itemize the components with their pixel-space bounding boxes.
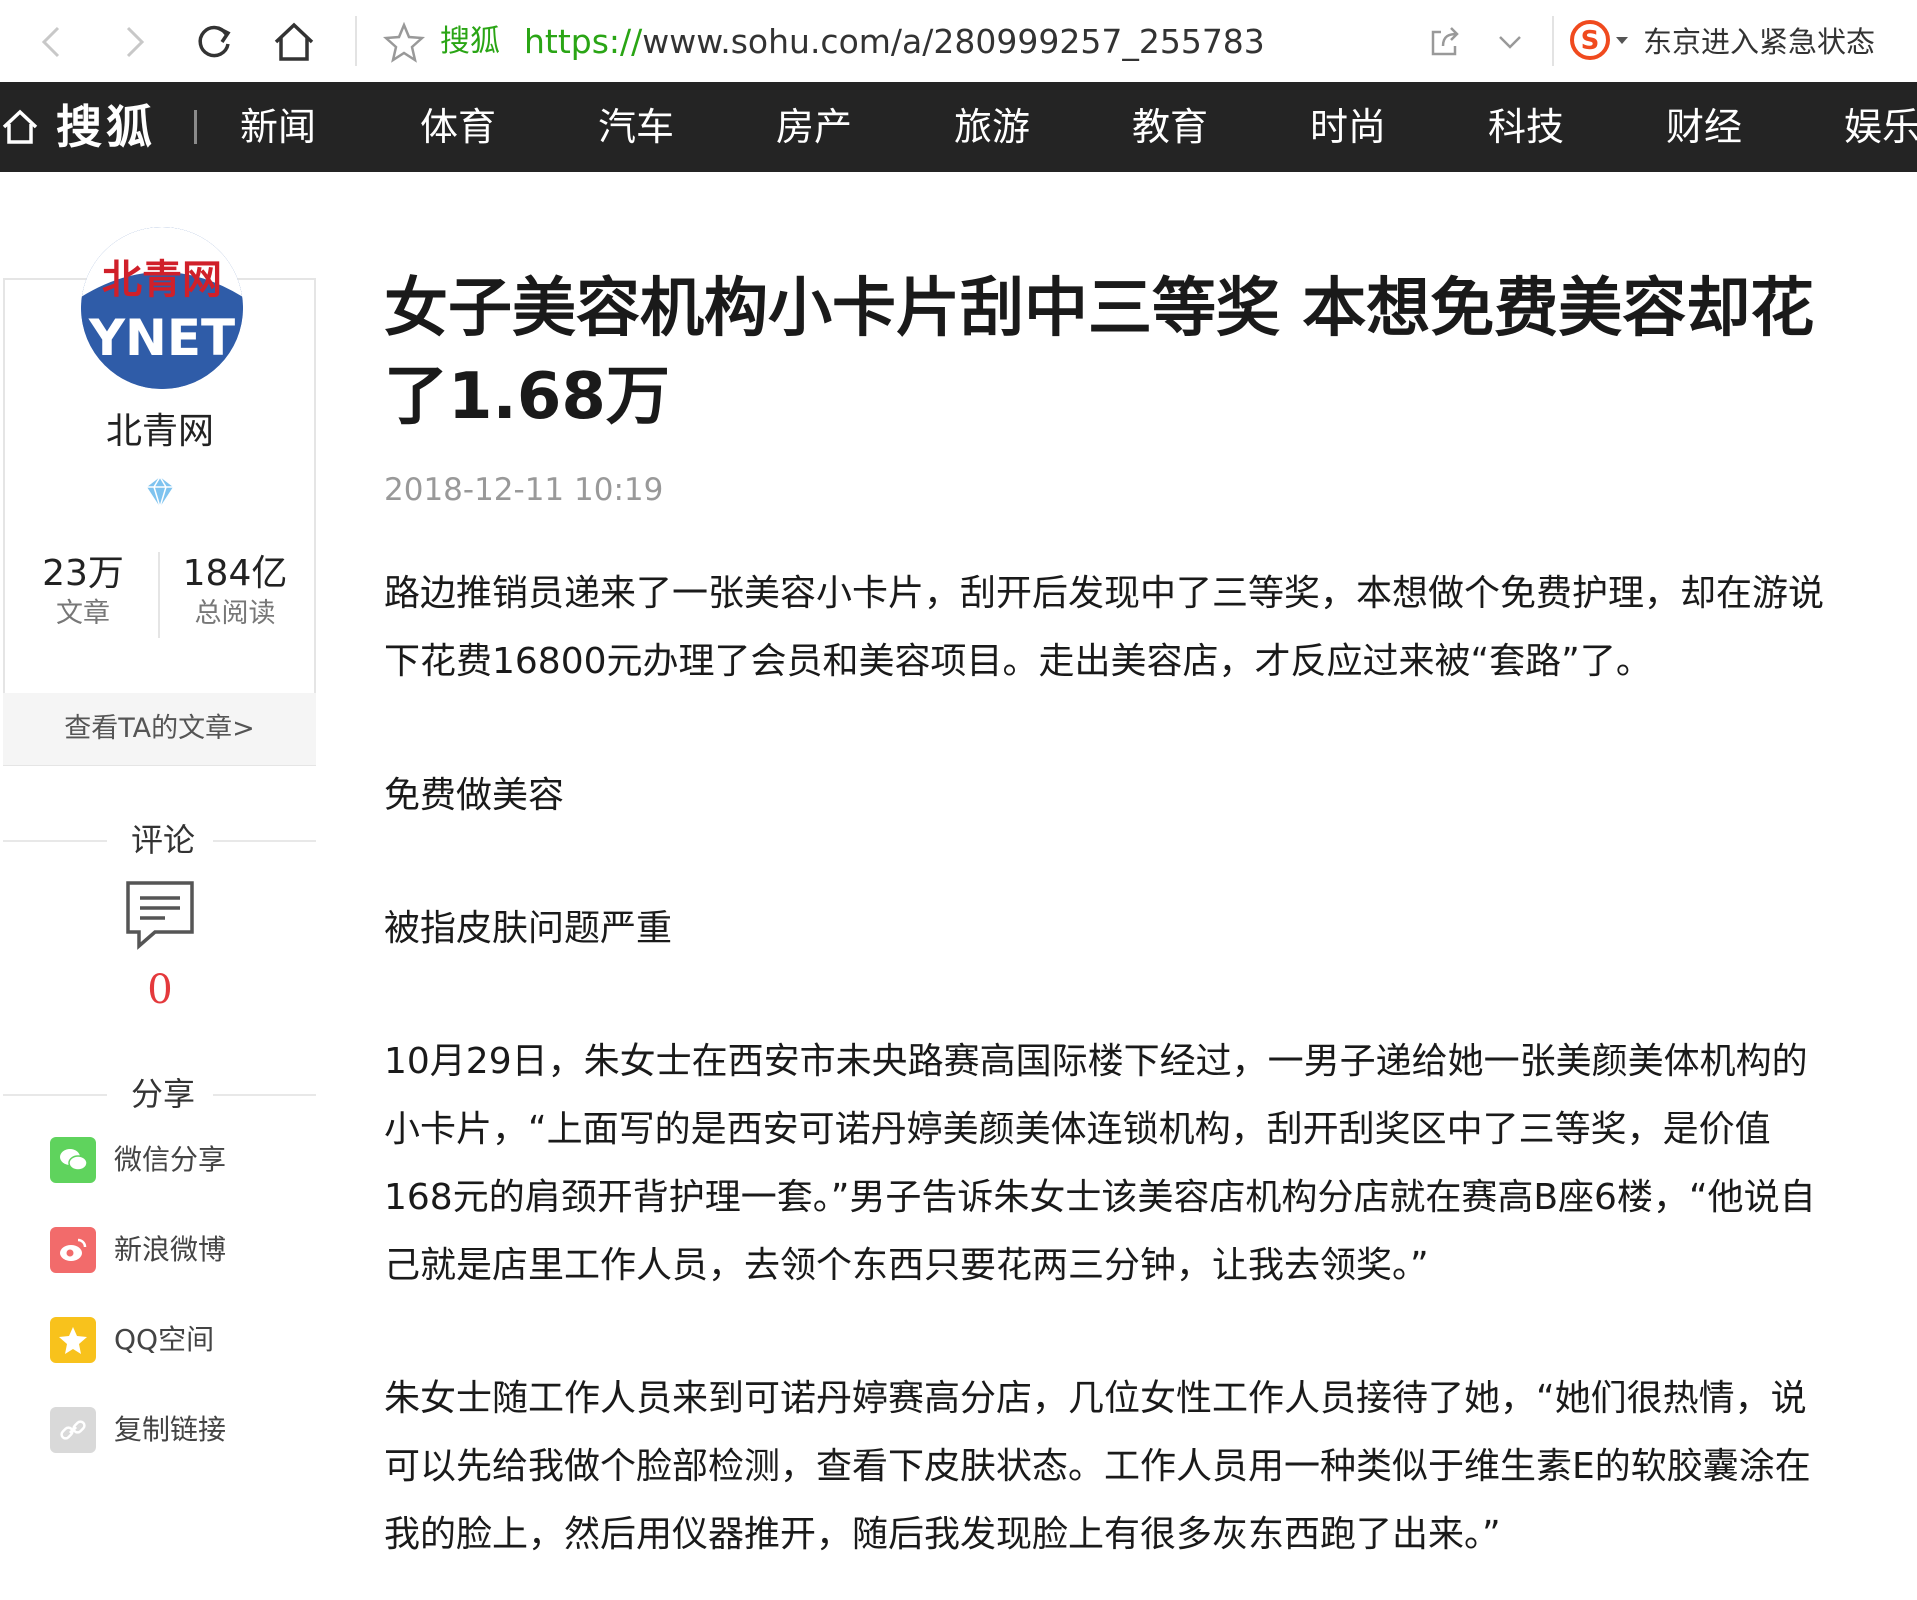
chevron-left-icon	[41, 26, 60, 58]
weibo-icon	[50, 1227, 96, 1273]
share-heading-text: 分享	[130, 1075, 195, 1113]
browser-toolbar: 搜狐 https://www.sohu.com/a/280999257_2557…	[0, 0, 1917, 82]
wechat-icon	[50, 1137, 96, 1183]
hot-news-hint[interactable]: 东京进入紧急状态	[1643, 20, 1875, 64]
articles-count: 23万	[42, 553, 124, 594]
share-weibo-label: 新浪微博	[114, 1233, 227, 1266]
nav-item-finance[interactable]: 财经	[1666, 104, 1742, 150]
share-wechat-label: 微信分享	[114, 1143, 227, 1176]
ynet-logo: 北青网 YNET	[81, 227, 243, 389]
copy-link-label: 复制链接	[114, 1413, 227, 1446]
verified-badge-icon	[147, 475, 173, 510]
nav-item-realestate[interactable]: 房产	[776, 104, 852, 150]
forward-button[interactable]	[106, 14, 162, 70]
comment-count[interactable]: 0	[0, 965, 320, 1015]
article-publish-time: 2018-12-11 10:19	[384, 472, 664, 508]
reads-stat: 184亿 总阅读	[160, 552, 310, 632]
logo-bottom-text: YNET	[88, 309, 235, 367]
reads-label: 总阅读	[194, 598, 276, 629]
toolbar-divider	[355, 16, 357, 66]
site-name-label: 搜狐	[440, 24, 500, 59]
reads-count: 184亿	[182, 553, 288, 594]
article-title: 女子美容机构小卡片刮中三等奖 本想免费美容却花了1.68万	[384, 272, 1815, 434]
address-bar[interactable]: https://www.sohu.com/a/280999257_255783	[524, 20, 1265, 64]
share-qzone-label: QQ空间	[114, 1323, 215, 1356]
article-subheading: 被指皮肤问题严重	[384, 908, 673, 949]
svg-text:S: S	[1581, 26, 1600, 56]
share-page-icon[interactable]	[1425, 22, 1465, 62]
site-navigation: 搜狐 新闻 体育 汽车 房产 旅游 教育 时尚 科技 财经 娱乐	[0, 82, 1917, 172]
nav-item-entertainment[interactable]: 娱乐	[1844, 104, 1917, 150]
sohu-brand[interactable]: 搜狐	[56, 100, 156, 154]
caret-down-icon[interactable]	[1614, 28, 1630, 52]
brand-divider	[194, 110, 197, 144]
nav-item-auto[interactable]: 汽车	[598, 104, 674, 150]
author-avatar[interactable]: 北青网 YNET	[81, 227, 243, 389]
view-author-articles-link[interactable]: 查看TA的文章>	[3, 693, 316, 765]
nav-item-tech[interactable]: 科技	[1488, 104, 1564, 150]
nav-item-sports[interactable]: 体育	[420, 104, 496, 150]
comments-heading: 评论	[3, 818, 316, 862]
url-text: www.sohu.com/a/280999257_255783	[642, 22, 1265, 61]
reload-icon	[198, 25, 231, 58]
back-button[interactable]	[24, 14, 80, 70]
link-icon	[50, 1407, 96, 1453]
comments-heading-text: 评论	[130, 821, 195, 859]
nav-item-news[interactable]: 新闻	[240, 104, 316, 150]
qzone-star-icon	[50, 1317, 96, 1363]
articles-stat: 23万 文章	[8, 552, 158, 632]
author-name[interactable]: 北青网	[0, 410, 320, 454]
nav-item-travel[interactable]: 旅游	[954, 104, 1030, 150]
toolbar-divider	[1552, 16, 1554, 66]
sogou-logo-icon[interactable]: S	[1568, 18, 1612, 62]
bookmark-star-icon[interactable]	[382, 20, 426, 64]
share-heading: 分享	[3, 1072, 316, 1116]
logo-top-text: 北青网	[102, 256, 222, 303]
comment-icon[interactable]	[125, 880, 195, 950]
chevron-right-icon	[126, 26, 145, 58]
home-icon	[274, 22, 314, 61]
home-button[interactable]	[266, 14, 322, 70]
article-subheading: 免费做美容	[384, 775, 565, 816]
article-paragraph: 朱女士随工作人员来到可诺丹婷赛高分店，几位女性工作人员接待了她，“她们很热情，说…	[384, 1378, 1811, 1555]
home-outline-icon[interactable]	[0, 104, 46, 150]
reload-button[interactable]	[186, 14, 242, 70]
article-paragraph: 路边推销员递来了一张美容小卡片，刮开后发现中了三等奖，本想做个免费护理，却在游说…	[384, 573, 1825, 682]
nav-item-fashion[interactable]: 时尚	[1310, 104, 1386, 150]
nav-item-education[interactable]: 教育	[1132, 104, 1208, 150]
articles-label: 文章	[56, 598, 110, 629]
chevron-down-icon[interactable]	[1490, 22, 1530, 62]
article-paragraph: 10月29日，朱女士在西安市未央路赛高国际楼下经过，一男子递给她一张美颜美体机构…	[384, 1041, 1816, 1286]
url-protocol: https://	[524, 22, 643, 61]
